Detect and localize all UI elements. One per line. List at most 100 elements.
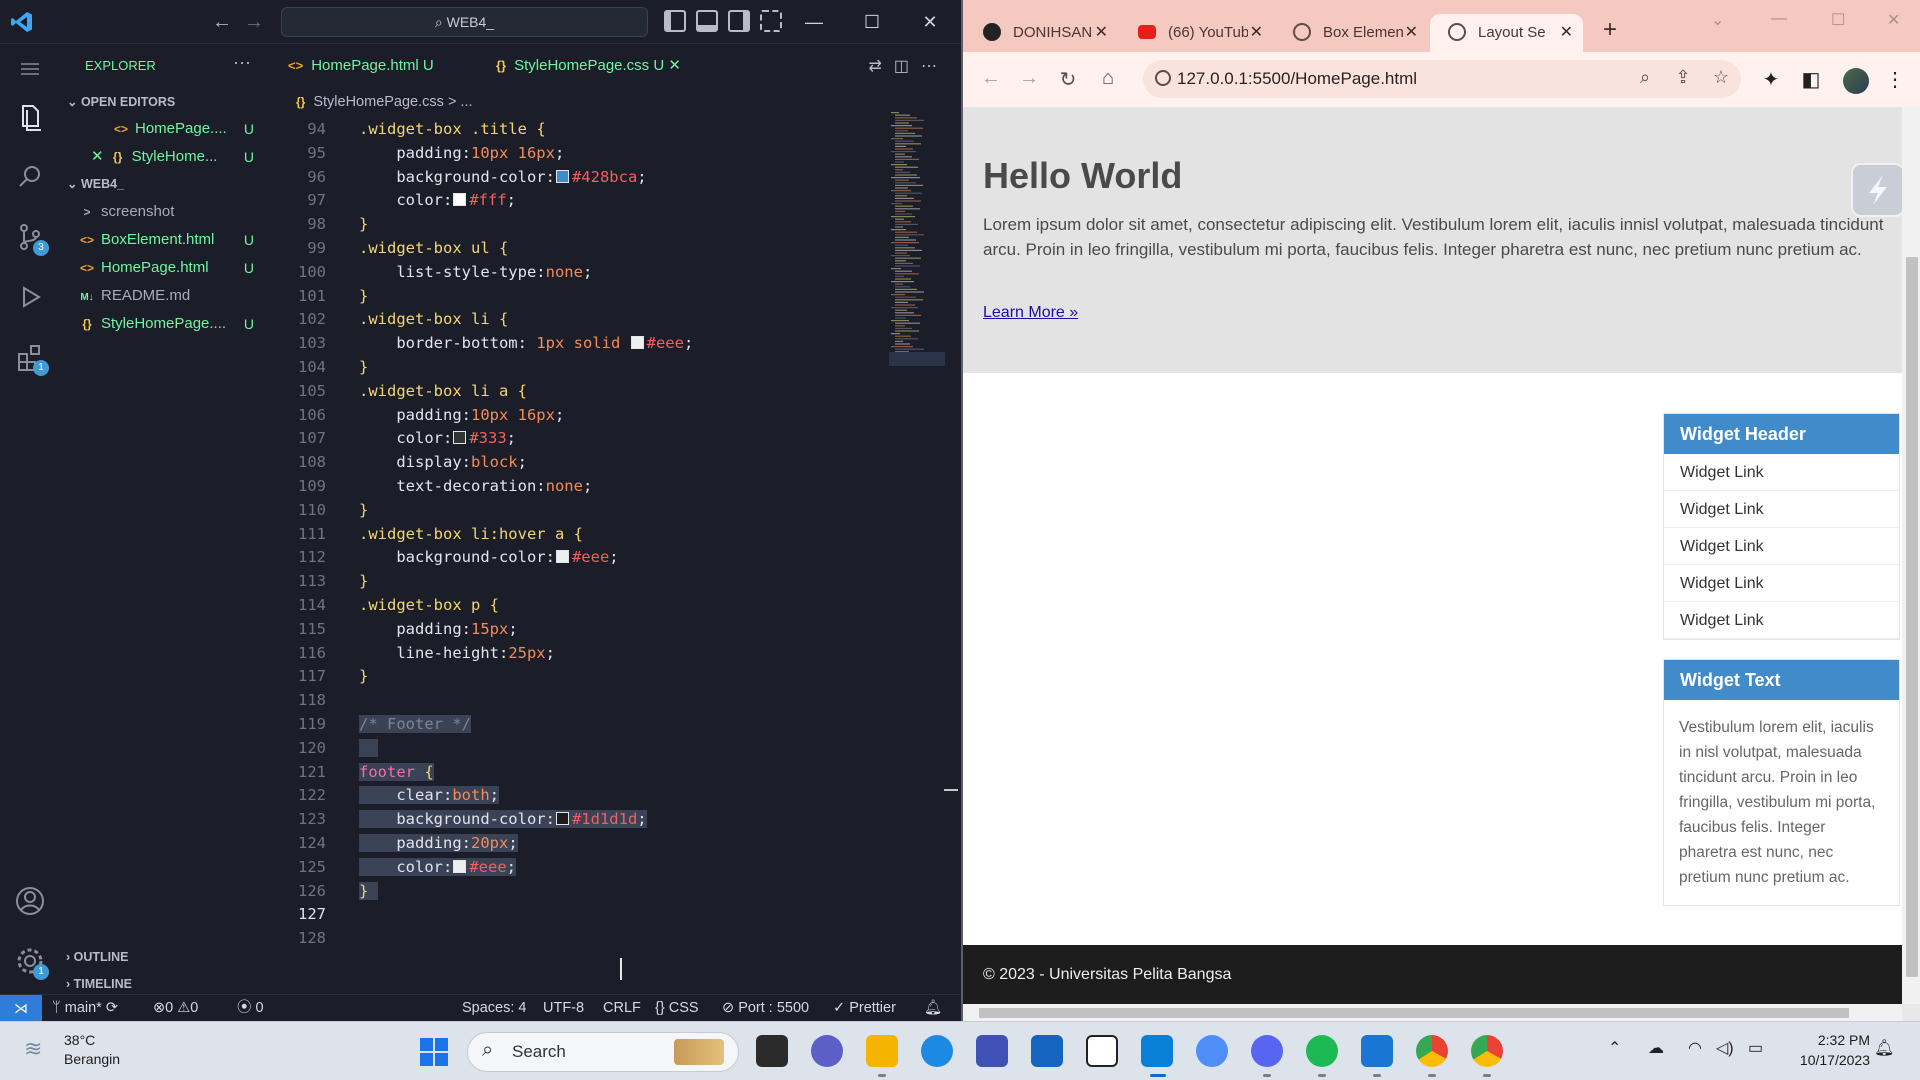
color-swatch[interactable] (555, 812, 569, 826)
discord-icon[interactable] (1251, 1035, 1283, 1067)
explorer-icon[interactable] (13, 100, 47, 134)
learn-more-link[interactable]: Learn More » (983, 304, 1078, 322)
browser-tab-box-element[interactable]: Box Element ✕ (1275, 14, 1428, 52)
language-indicator[interactable]: {} CSS (655, 995, 699, 1022)
close-tab-icon[interactable]: ✕ (1095, 14, 1108, 52)
chrome-icon[interactable] (1416, 1035, 1448, 1067)
file-homepage[interactable]: <> HomePage.html U (59, 255, 262, 281)
more-actions-icon[interactable]: ⋯ (921, 58, 949, 75)
zoom-icon[interactable]: ⌕ (1633, 67, 1657, 88)
close-editor-icon[interactable]: ✕ (91, 148, 104, 165)
outline-section[interactable]: › OUTLINE (66, 950, 129, 964)
remote-indicator-icon[interactable]: ⋊ (0, 995, 42, 1022)
reload-icon[interactable]: ↻ (1056, 67, 1080, 92)
customize-layout-icon[interactable] (760, 10, 782, 32)
tab-stylehomepage[interactable]: {} StyleHomePage.css U ✕ (496, 44, 681, 88)
problems-indicator[interactable]: ⊗0 ⚠0 (153, 995, 198, 1022)
timeline-section[interactable]: › TIMELINE (66, 977, 132, 991)
color-swatch[interactable] (630, 336, 644, 350)
tab-homepage[interactable]: <> HomePage.html U (288, 44, 434, 88)
chat-icon[interactable] (811, 1035, 843, 1067)
share-icon[interactable]: ⇪ (1671, 67, 1695, 88)
horizontal-scroll-thumb[interactable] (979, 1008, 1849, 1018)
open-changes-icon[interactable]: ⇄ (868, 58, 893, 75)
file-readme[interactable]: M↓ README.md (59, 283, 262, 309)
menu-icon[interactable] (13, 52, 47, 86)
notification-bell-icon[interactable]: 🔔︎ (1874, 1038, 1894, 1058)
open-editors-section[interactable]: ⌄ OPEN EDITORS (67, 94, 175, 109)
color-swatch[interactable] (555, 550, 569, 564)
folder-screenshot[interactable]: > screenshot (59, 199, 262, 225)
close-tab-icon[interactable]: ✕ (1560, 14, 1573, 52)
close-icon[interactable]: ✕ (1887, 10, 1900, 30)
live-server-port[interactable]: ⊘ Port : 5500 (722, 995, 809, 1022)
taskbar-search[interactable]: ⌕ Search (467, 1032, 739, 1072)
minimap[interactable] (889, 110, 945, 370)
new-tab-button[interactable]: + (1603, 16, 1617, 44)
color-swatch[interactable] (555, 169, 569, 183)
split-editor-icon[interactable]: ◫ (894, 58, 921, 75)
account-icon[interactable] (13, 884, 47, 918)
notepad-icon[interactable] (1361, 1035, 1393, 1067)
color-swatch[interactable] (453, 859, 467, 873)
branch-indicator[interactable]: ᛘ main* ⟳ (52, 995, 118, 1022)
widget-link[interactable]: Widget Link (1664, 565, 1899, 602)
code-editor[interactable]: 94 95 96 97 98 99 100 101 102 103 104 105 106 107 108 1… (262, 118, 882, 998)
extensions-icon[interactable]: 1 (13, 340, 49, 376)
bookmark-star-icon[interactable]: ☆ (1709, 67, 1733, 88)
indentation-indicator[interactable]: Spaces: 4 (462, 995, 527, 1022)
maximize-icon[interactable]: ☐ (1831, 10, 1845, 30)
open-editor-stylehomepage[interactable]: ✕ {} StyleHome... U (59, 144, 262, 170)
more-actions-icon[interactable]: ··· (233, 52, 251, 73)
app-icon[interactable] (976, 1035, 1008, 1067)
windows-start-icon[interactable] (418, 1036, 450, 1068)
extensions-puzzle-icon[interactable]: ✦ (1759, 67, 1783, 92)
notifications-bell-icon[interactable]: 🔔︎ (924, 995, 942, 1022)
close-tab-icon[interactable]: ✕ (1250, 14, 1263, 52)
chevron-up-icon[interactable]: ⌃ (1608, 1038, 1621, 1058)
ports-indicator[interactable]: ⦿ 0 (237, 995, 264, 1022)
minimize-icon[interactable]: — (1771, 10, 1787, 28)
search-icon[interactable] (13, 160, 47, 194)
clock[interactable]: 2:32 PM 10/17/2023 (1800, 1030, 1870, 1070)
file-explorer-icon[interactable] (866, 1035, 898, 1067)
widget-link[interactable]: Widget Link (1664, 491, 1899, 528)
tab-search-icon[interactable]: ⌄ (1711, 10, 1724, 30)
close-tab-icon[interactable]: ✕ (668, 57, 681, 74)
maximize-icon[interactable]: ☐ (852, 8, 892, 36)
color-swatch[interactable] (453, 431, 467, 445)
eol-indicator[interactable]: CRLF (603, 995, 641, 1022)
chrome-profile-icon[interactable] (1471, 1035, 1503, 1067)
home-icon[interactable]: ⌂ (1096, 67, 1120, 90)
vertical-scrollbar[interactable] (1902, 107, 1920, 1004)
vertical-scroll-thumb[interactable] (1906, 257, 1918, 977)
close-icon[interactable]: ✕ (910, 8, 950, 36)
settings-gear-icon[interactable]: 1 (13, 944, 49, 980)
toggle-panel-icon[interactable] (696, 10, 718, 32)
widget-link[interactable]: Widget Link (1664, 602, 1899, 639)
color-swatch[interactable] (453, 193, 467, 207)
run-debug-icon[interactable] (13, 280, 47, 314)
encoding-indicator[interactable]: UTF-8 (543, 995, 584, 1022)
minimap-viewport[interactable] (889, 352, 945, 366)
sync-icon[interactable]: ⟳ (106, 1000, 118, 1016)
battery-icon[interactable]: ▭ (1748, 1038, 1763, 1058)
volume-icon[interactable]: ◁) (1716, 1038, 1734, 1058)
task-view-icon[interactable] (756, 1035, 788, 1067)
address-bar[interactable]: 127.0.0.1:5500/HomePage.html ⌕ ⇪ ☆ (1143, 60, 1741, 98)
side-panel-icon[interactable]: ◧ (1799, 67, 1823, 92)
horizontal-scrollbar[interactable] (963, 1004, 1902, 1021)
profile-avatar[interactable] (1843, 68, 1869, 94)
lightning-extension-icon[interactable] (1851, 163, 1905, 217)
back-arrow-icon[interactable]: ← (208, 10, 236, 34)
notion-icon[interactable] (1086, 1035, 1118, 1067)
edge-icon[interactable] (921, 1035, 953, 1067)
prettier-indicator[interactable]: ✓ Prettier (833, 995, 896, 1022)
vscode-taskbar-icon[interactable] (1141, 1035, 1173, 1067)
minimize-icon[interactable]: — (794, 8, 834, 36)
command-center-search[interactable]: ⌕ WEB4_ (281, 7, 648, 37)
forward-arrow-icon[interactable]: → (240, 10, 268, 34)
back-icon[interactable]: ← (979, 67, 1003, 90)
toggle-sidebar-icon[interactable] (664, 10, 686, 32)
browser-tab-youtube[interactable]: (66) YouTube✕ (1120, 14, 1273, 52)
